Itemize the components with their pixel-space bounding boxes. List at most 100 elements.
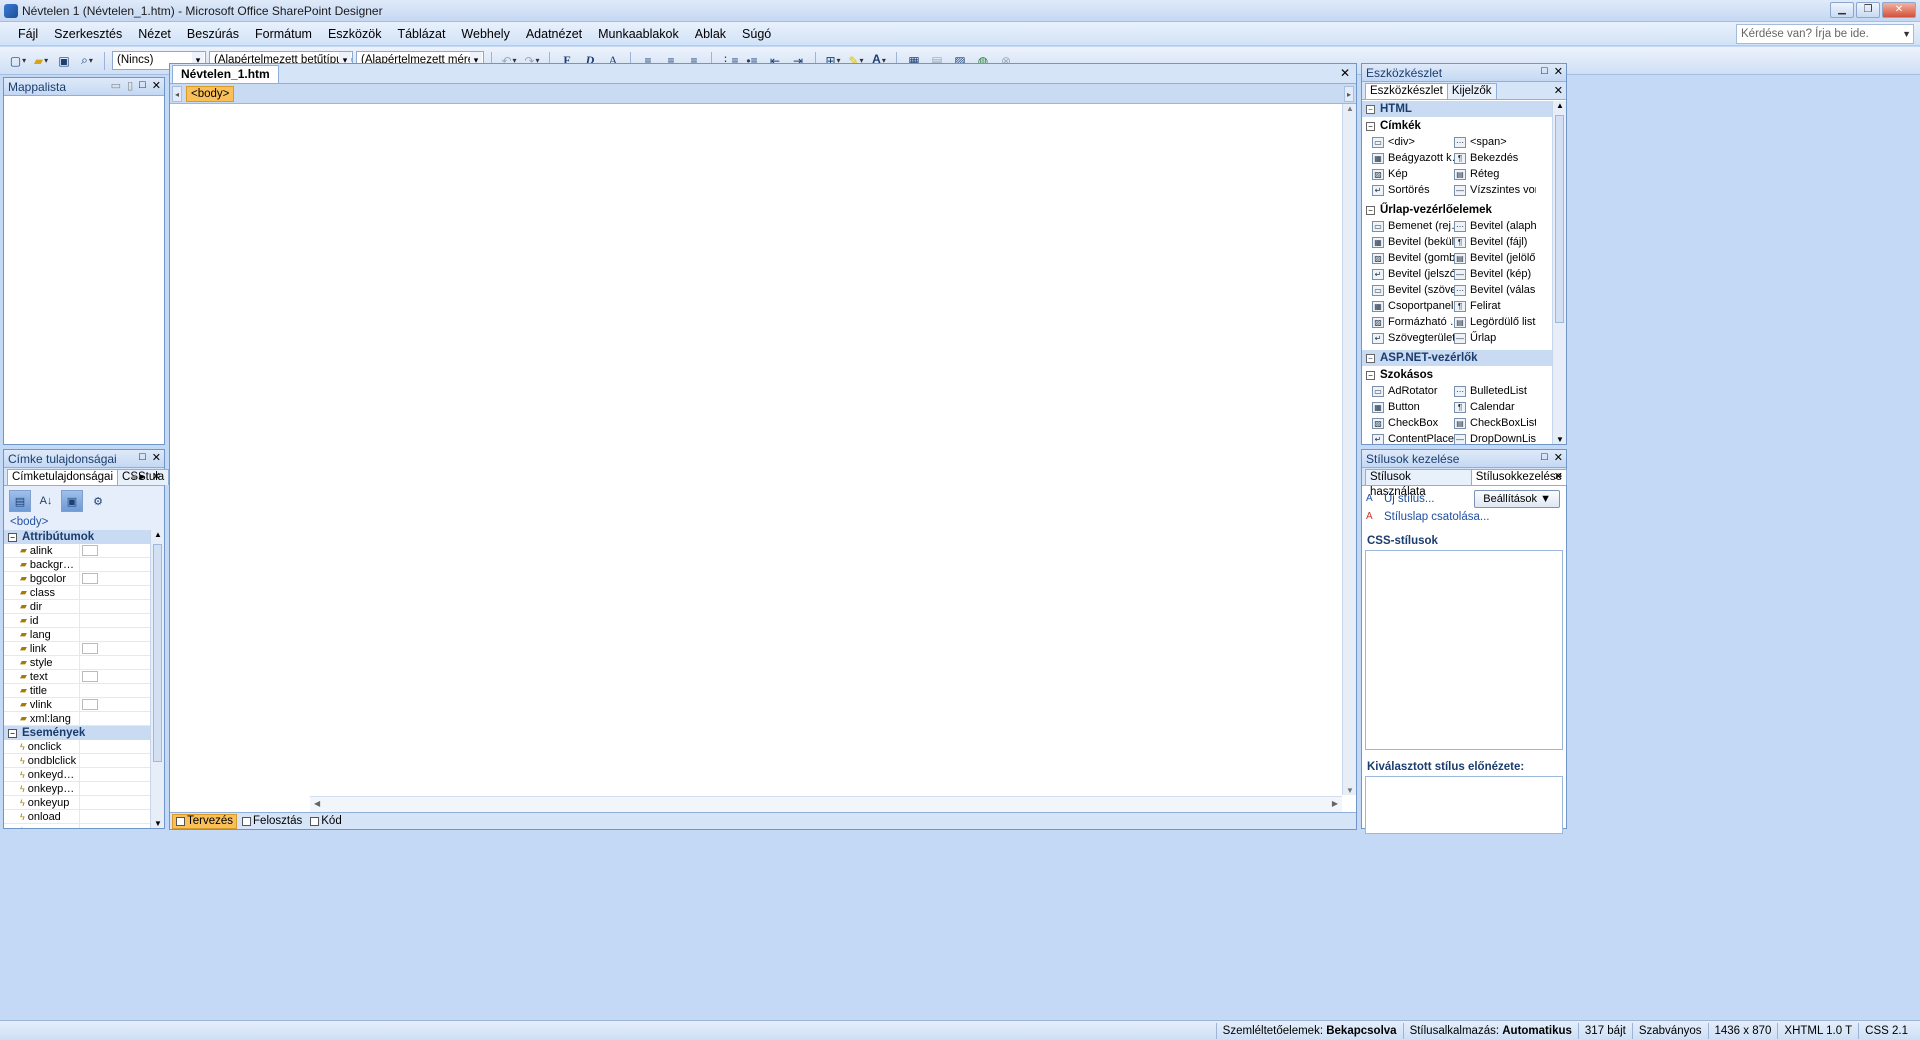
maximize-panel-icon[interactable]: □ bbox=[1541, 65, 1548, 78]
preview-button[interactable]: ⌕ bbox=[77, 51, 97, 71]
toolbox-item[interactable]: ▨ Formázható … bbox=[1372, 314, 1454, 330]
property-row[interactable]: ϟ onkeyup bbox=[4, 796, 150, 810]
toolbox-item[interactable]: ▤ Legördülő lista bbox=[1454, 314, 1536, 330]
open-button[interactable]: ▰ bbox=[31, 51, 51, 71]
toolbox-section[interactable]: − ASP.NET-vezérlők bbox=[1362, 350, 1552, 366]
tab-design[interactable]: Tervezés bbox=[172, 813, 238, 829]
toolbox-item[interactable]: ▭ Bemenet (rej… bbox=[1372, 218, 1454, 234]
new-folder-icon[interactable]: ▭ bbox=[111, 79, 121, 92]
property-value[interactable] bbox=[80, 824, 150, 828]
property-row[interactable]: ▰ bgcolor bbox=[4, 572, 150, 586]
scroll-up-icon[interactable]: ▲ bbox=[1346, 104, 1354, 113]
design-canvas[interactable] bbox=[170, 104, 1342, 795]
new-page-button[interactable]: ▢ bbox=[8, 51, 28, 71]
sort-alpha-button[interactable]: A↓ bbox=[35, 490, 57, 512]
toolbox-item[interactable]: ⋯ Bevitel (válas… bbox=[1454, 282, 1536, 298]
menu-insert[interactable]: Beszúrás bbox=[179, 24, 247, 44]
help-search-input[interactable]: Kérdése van? Írja be ide. ▼ bbox=[1736, 24, 1914, 44]
toolbox-item[interactable]: ⋯ <span> bbox=[1454, 134, 1536, 150]
visual-aids-status[interactable]: Szemléltetőelemek: Bekapcsolva bbox=[1215, 1022, 1403, 1039]
toolbox-group[interactable]: − Címkék bbox=[1362, 118, 1552, 134]
menu-task-panes[interactable]: Munkaablakok bbox=[590, 24, 687, 44]
property-row[interactable]: ▰ class bbox=[4, 586, 150, 600]
toolbox-item[interactable]: ▨ CheckBox bbox=[1372, 415, 1454, 431]
close-panel-icon[interactable]: ✕ bbox=[152, 451, 161, 464]
tag-properties-settings-button[interactable]: ⚙ bbox=[87, 490, 109, 512]
property-value[interactable] bbox=[80, 684, 150, 697]
editor-horizontal-scrollbar[interactable]: ◀ ▶ bbox=[310, 796, 1342, 812]
new-page-icon[interactable]: ▯ bbox=[127, 79, 133, 92]
toolbox-item[interactable]: ↵ Bevitel (jelszó) bbox=[1372, 266, 1454, 282]
property-row[interactable]: ϟ onclick bbox=[4, 740, 150, 754]
collapse-icon[interactable]: − bbox=[8, 532, 17, 542]
collapse-icon[interactable]: − bbox=[1366, 353, 1375, 363]
css-version-status[interactable]: CSS 2.1 bbox=[1858, 1022, 1914, 1039]
toolbox-item[interactable]: ⋯ Bevitel (alaph… bbox=[1454, 218, 1536, 234]
property-value[interactable] bbox=[80, 712, 150, 725]
property-value[interactable] bbox=[80, 614, 150, 627]
property-row[interactable]: ϟ onkeyd… bbox=[4, 768, 150, 782]
property-row[interactable]: ϟonmous… bbox=[4, 824, 150, 828]
close-tab-icon[interactable]: ✕ bbox=[1554, 84, 1563, 97]
scroll-down-icon[interactable]: ▼ bbox=[1556, 435, 1564, 444]
property-value[interactable] bbox=[80, 586, 150, 599]
tab-split[interactable]: Felosztás bbox=[239, 814, 305, 829]
toolbox-item[interactable]: ▭ <div> bbox=[1372, 134, 1454, 150]
body-tag-button[interactable]: <body> bbox=[186, 85, 235, 102]
tab-document[interactable]: Névtelen_1.htm bbox=[172, 65, 279, 83]
scroll-right-icon[interactable]: ▶ bbox=[1332, 799, 1338, 808]
property-value[interactable] bbox=[80, 572, 150, 585]
toolbox-item[interactable]: — DropDownList bbox=[1454, 431, 1536, 444]
toolbox-item[interactable]: ¶ Bekezdés bbox=[1454, 150, 1536, 166]
menu-edit[interactable]: Szerkesztés bbox=[46, 24, 130, 44]
property-row[interactable]: ▰ backgr… bbox=[4, 558, 150, 572]
toolbox-item[interactable]: ▤ Bevitel (jelölő… bbox=[1454, 250, 1536, 266]
categorized-view-button[interactable]: ▤ bbox=[9, 490, 31, 512]
property-value[interactable] bbox=[80, 782, 150, 795]
tab-scroll-right-icon[interactable]: ▸ bbox=[139, 471, 145, 483]
maximize-panel-icon[interactable]: □ bbox=[1541, 451, 1548, 464]
tab-toolbox[interactable]: Eszközkészlet bbox=[1365, 83, 1448, 99]
doctype-status[interactable]: XHTML 1.0 T bbox=[1777, 1022, 1858, 1039]
toolbox-item[interactable]: ↵ ContentPlace… bbox=[1372, 431, 1454, 444]
toolbox-item[interactable]: ▦ Bevitel (bekül… bbox=[1372, 234, 1454, 250]
scroll-down-icon[interactable]: ▼ bbox=[1346, 786, 1354, 795]
property-row[interactable]: ϟ ondblclick bbox=[4, 754, 150, 768]
close-panel-icon[interactable]: ✕ bbox=[152, 79, 161, 92]
restore-button[interactable]: ❐ bbox=[1856, 2, 1880, 18]
tab-code[interactable]: Kód bbox=[307, 814, 344, 829]
save-button[interactable]: ▣ bbox=[54, 51, 74, 71]
scroll-up-icon[interactable]: ▲ bbox=[1556, 101, 1564, 110]
toolbox-scrollbar[interactable]: ▲ ▼ bbox=[1552, 101, 1566, 444]
scroll-up-icon[interactable]: ▲ bbox=[154, 530, 162, 539]
property-row[interactable]: ▰ xml:lang bbox=[4, 712, 150, 726]
close-panel-icon[interactable]: ✕ bbox=[1554, 451, 1563, 464]
toolbox-item[interactable]: ¶ Bevitel (fájl) bbox=[1454, 234, 1536, 250]
tab-apply-styles[interactable]: Stílusok használata bbox=[1365, 469, 1472, 498]
toolbox-item[interactable]: — Vízszintes vonal bbox=[1454, 182, 1536, 198]
collapse-icon[interactable]: − bbox=[1366, 370, 1375, 380]
menu-tools[interactable]: Eszközök bbox=[320, 24, 390, 44]
property-value[interactable] bbox=[80, 544, 150, 557]
collapse-icon[interactable]: − bbox=[1366, 121, 1375, 131]
toolbox-item[interactable]: ⋯ BulletedList bbox=[1454, 383, 1536, 399]
property-value[interactable] bbox=[80, 698, 150, 711]
toolbox-item[interactable]: ▭ Bevitel (szöveg) bbox=[1372, 282, 1454, 298]
property-row[interactable]: ▰ vlink bbox=[4, 698, 150, 712]
close-button[interactable]: ✕ bbox=[1882, 2, 1916, 18]
show-set-properties-button[interactable]: ▣ bbox=[61, 490, 83, 512]
property-value[interactable] bbox=[80, 600, 150, 613]
maximize-panel-icon[interactable]: □ bbox=[139, 79, 146, 92]
scrollbar-thumb[interactable] bbox=[153, 544, 162, 762]
toolbox-item[interactable]: ¶ Calendar bbox=[1454, 399, 1536, 415]
toolbox-item[interactable]: ▤ Réteg bbox=[1454, 166, 1536, 182]
toolbox-item[interactable]: ▨ Bevitel (gomb) bbox=[1372, 250, 1454, 266]
menu-site[interactable]: Webhely bbox=[453, 24, 517, 44]
menu-format[interactable]: Formátum bbox=[247, 24, 320, 44]
property-row[interactable]: ▰ title bbox=[4, 684, 150, 698]
toolbox-section[interactable]: − HTML bbox=[1362, 101, 1552, 117]
chevron-down-icon[interactable]: ▼ bbox=[1902, 25, 1911, 43]
collapse-icon[interactable]: − bbox=[8, 728, 17, 738]
toolbox-item[interactable]: ¶ Felirat bbox=[1454, 298, 1536, 314]
property-grid-scrollbar[interactable]: ▲ ▼ bbox=[150, 530, 164, 828]
